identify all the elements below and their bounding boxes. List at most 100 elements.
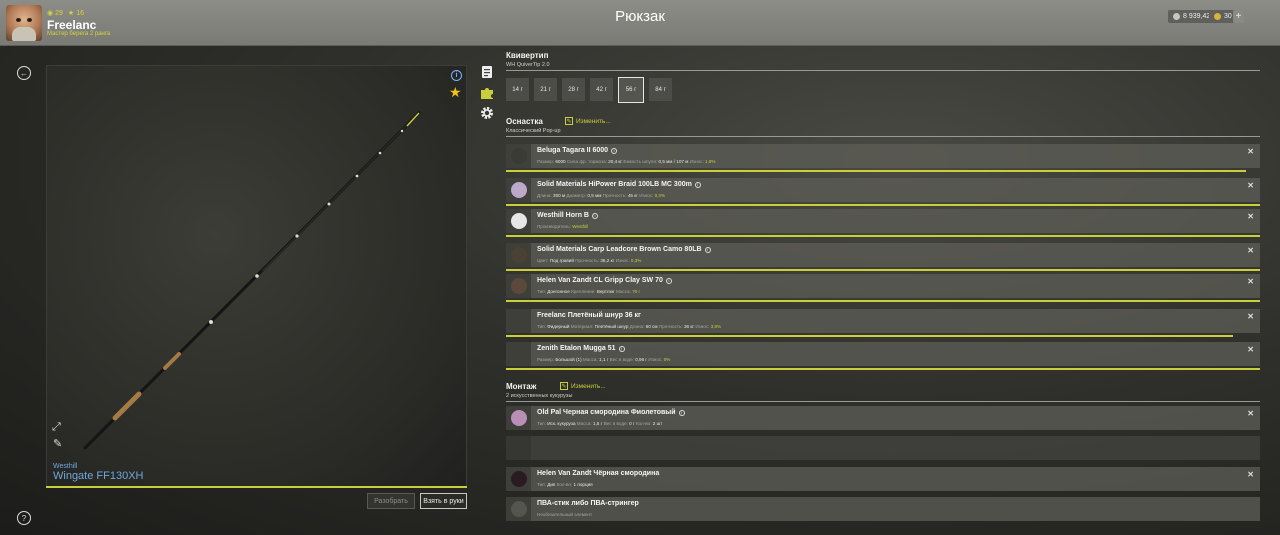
item-name: Helen Van Zandt Чёрная смородина <box>537 470 659 477</box>
detail-label: Сила фр. тормоза: <box>566 159 607 164</box>
equipment-slot[interactable]: Helen Van Zandt Чёрная смородина Тип: Дип… <box>506 467 1260 491</box>
expand-icon[interactable]: ⤢ <box>52 421 61 434</box>
info-icon[interactable]: i <box>618 345 625 352</box>
info-icon[interactable]: i <box>591 212 598 219</box>
detail-value: Фидерный <box>547 324 570 329</box>
remove-item-icon[interactable]: ✕ <box>1247 277 1254 286</box>
pencil-icon: ✎ <box>560 382 568 390</box>
remove-item-icon[interactable]: ✕ <box>1247 147 1254 156</box>
tab-settings[interactable] <box>479 105 494 120</box>
detail-value: 1 порция <box>573 482 593 487</box>
back-button[interactable]: ← <box>17 66 31 80</box>
item-durability-bar <box>506 368 1260 370</box>
detail-value: 300 м <box>553 193 566 198</box>
equipment-slot[interactable]: Solid Materials Carp Leadcore Brown Camo… <box>506 243 1260 267</box>
detail-label: Производитель: <box>537 224 571 229</box>
item-name-text: Solid Materials HiPower Braid 100LB MC 3… <box>537 181 692 188</box>
tip-weight-option-selected[interactable]: 56 г <box>618 77 644 103</box>
disassemble-button[interactable]: Разобрать <box>367 493 415 509</box>
detail-label: Материал: <box>570 324 594 329</box>
detail-label: Износ: <box>615 258 630 263</box>
star-icon[interactable]: ★ <box>449 84 462 101</box>
tip-weight-option[interactable]: 28 г <box>562 78 585 101</box>
item-name-text: Solid Materials Carp Leadcore Brown Camo… <box>537 246 702 253</box>
tab-assembly[interactable] <box>479 85 494 100</box>
remove-item-icon[interactable]: ✕ <box>1247 312 1254 321</box>
info-icon[interactable]: i <box>694 181 701 188</box>
empty-slot[interactable] <box>506 436 1260 460</box>
equipment-slot[interactable]: Solid Materials HiPower Braid 100LB MC 3… <box>506 178 1260 202</box>
info-icon[interactable]: i <box>665 277 672 284</box>
tip-weight-option[interactable]: 42 г <box>590 78 613 101</box>
tip-weight-option[interactable]: 84 г <box>649 78 672 101</box>
remove-item-icon[interactable]: ✕ <box>1247 470 1254 479</box>
equipment-slot[interactable]: Westhill Horn Bi Производитель: Westhill … <box>506 209 1260 233</box>
item-thumbnail <box>506 209 531 233</box>
mount-change-link[interactable]: ✎ Изменить... <box>560 382 606 390</box>
item-details: Тип: Фидерный Материал: Плетёный шнур Дл… <box>537 324 721 329</box>
top-bar: ◉ 29 ★ 16 Freelanc Мастер берега 2 ранга Р… <box>0 0 1280 46</box>
edit-icon[interactable]: ✎ <box>53 437 62 450</box>
remove-item-icon[interactable]: ✕ <box>1247 181 1254 190</box>
item-name-text: Zenith Etalon Mugga 51 <box>537 345 616 352</box>
item-thumbnail <box>506 309 531 333</box>
remove-item-icon[interactable]: ✕ <box>1247 212 1254 221</box>
item-name: Westhill Horn Bi <box>537 212 598 219</box>
equipment-slot[interactable]: Zenith Etalon Mugga 51 i Размер: Большой (… <box>506 342 1260 366</box>
detail-label: Износ: <box>639 193 654 198</box>
silver-coin-icon <box>1173 13 1180 20</box>
detail-label: Размер: <box>537 357 555 362</box>
detail-label: Емкость шпули: <box>623 159 658 164</box>
equipment-slot[interactable]: ПВА-стик либо ПВА-стрингер Необязательный… <box>506 497 1260 521</box>
detail-value: 0,3% <box>630 258 642 263</box>
rod-condition-bar <box>46 486 467 488</box>
player-rank: Мастер берега 2 ранга <box>47 31 111 37</box>
equipment-slot[interactable]: Old Pal Черная смородина Фиолетовый i Тип:… <box>506 406 1260 430</box>
rig-change-link[interactable]: ✎ Изменить... <box>565 117 611 125</box>
info-icon[interactable]: i <box>611 147 618 154</box>
info-icon[interactable]: i <box>678 409 685 416</box>
item-thumbnail <box>506 274 531 298</box>
tip-weight-option[interactable]: 21 г <box>534 78 557 101</box>
info-icon[interactable]: i <box>704 246 711 253</box>
remove-item-icon[interactable]: ✕ <box>1247 246 1254 255</box>
take-in-hands-button[interactable]: Взять в руки <box>420 493 467 509</box>
detail-value: Вертлюг <box>596 289 615 294</box>
mount-section-subtitle: 2 искусственных кукурузы <box>506 393 573 399</box>
tip-section-subtitle: WH QuiverTip 2.0 <box>506 62 550 68</box>
tip-weight-option[interactable]: 14 г <box>506 78 529 101</box>
rig-section-title: Оснастка <box>506 117 543 126</box>
detail-label: Кол-во: <box>635 421 652 426</box>
item-thumbnail <box>506 406 531 430</box>
rod-preview-panel: i ★ ⤢ ✎ Westhill Wingate FF130XH <box>46 65 467 487</box>
detail-value: 6000 <box>555 159 566 164</box>
rig-section-subtitle: Классический Pop-up <box>506 128 561 134</box>
detail-label: Тип: <box>537 289 546 294</box>
detail-label: Прочность: <box>658 324 683 329</box>
detail-label: Износ: <box>648 357 663 362</box>
equipment-slot[interactable]: Freelanc Плетёный шнур 36 кг Тип: Фидерны… <box>506 309 1260 333</box>
item-durability-bar <box>506 269 1260 271</box>
item-name-text: Helen Van Zandt CL Gripp Clay SW 70 <box>537 277 663 284</box>
add-gold-button[interactable]: + <box>1233 10 1244 23</box>
detail-value: Донгонное <box>547 289 570 294</box>
detail-label: Прочность: <box>602 193 627 198</box>
remove-item-icon[interactable]: ✕ <box>1247 345 1254 354</box>
detail-value: 20,4 кг <box>608 159 623 164</box>
item-name: Solid Materials Carp Leadcore Brown Camo… <box>537 246 711 253</box>
info-icon[interactable]: i <box>451 70 462 81</box>
detail-label: Длина: <box>629 324 645 329</box>
help-button[interactable]: ? <box>17 511 31 525</box>
equipment-slot[interactable]: Helen Van Zandt CL Gripp Clay SW 70 i Тип:… <box>506 274 1260 298</box>
remove-item-icon[interactable]: ✕ <box>1247 409 1254 418</box>
page-title: Рюкзак <box>615 8 665 25</box>
detail-value: 1,5 г <box>592 421 603 426</box>
tab-description[interactable] <box>479 64 494 79</box>
detail-value: Под гравий <box>549 258 574 263</box>
gear-icon <box>480 106 493 119</box>
detail-value: 1,8% <box>705 159 716 164</box>
equipment-slot[interactable]: Beluga Tagara II 6000 i Размер: 6000 Сила … <box>506 144 1260 168</box>
item-details: Тип: Дип Кол-во: 1 порция <box>537 482 593 487</box>
empty-slot-thumbnail <box>506 436 531 460</box>
rod-image <box>83 111 421 450</box>
